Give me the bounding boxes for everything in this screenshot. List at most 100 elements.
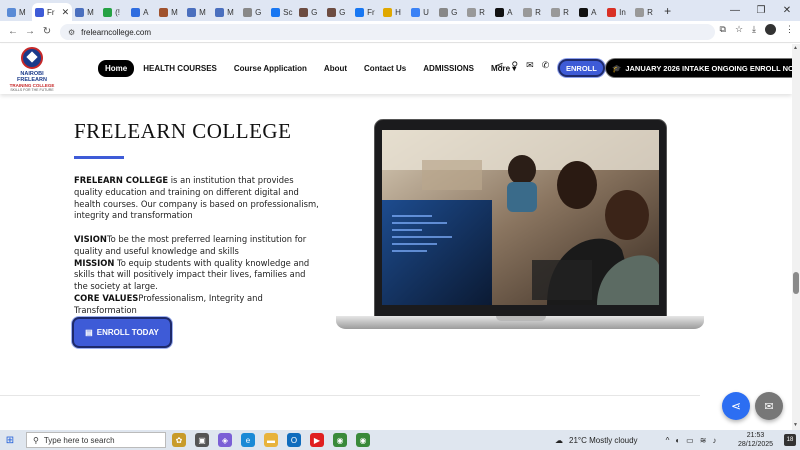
share-icon[interactable]: ⋖ bbox=[496, 60, 504, 71]
browser-tab[interactable]: M bbox=[212, 3, 240, 21]
widget-icon[interactable]: ✿ bbox=[172, 433, 186, 447]
chrome-icon[interactable]: ◉ bbox=[333, 433, 347, 447]
intake-enroll-button[interactable]: 🎓 JANUARY 2026 INTAKE ONGOING ENROLL NOW bbox=[606, 59, 800, 77]
nav-home[interactable]: Home bbox=[98, 60, 135, 77]
bookmark-star-icon[interactable]: ☆ bbox=[735, 24, 743, 35]
intro-bold: FRELEARN COLLEGE bbox=[74, 175, 169, 185]
tab-favicon-icon bbox=[327, 7, 337, 17]
browser-tab[interactable]: U bbox=[408, 3, 436, 21]
nav-about[interactable]: About bbox=[324, 64, 347, 73]
browser-tab[interactable]: (! bbox=[100, 3, 128, 21]
close-tab-icon[interactable]: ✕ bbox=[62, 7, 70, 18]
taskbar-search[interactable]: ⚲ Type here to search bbox=[26, 432, 166, 448]
youtube-icon[interactable]: ▶ bbox=[310, 433, 324, 447]
browser-tab[interactable]: M bbox=[72, 3, 100, 21]
chrome-profile-icon[interactable]: ◉ bbox=[356, 433, 370, 447]
browser-tab[interactable]: A bbox=[128, 3, 156, 21]
browser-tab[interactable]: G bbox=[296, 3, 324, 21]
search-icon[interactable]: ⚲ bbox=[512, 60, 519, 71]
floating-mail-button[interactable]: ✉ bbox=[755, 392, 783, 420]
task-view-icon[interactable]: ▣ bbox=[195, 433, 209, 447]
browser-tab[interactable]: In bbox=[604, 3, 632, 21]
browser-tab[interactable]: Fr ✕ bbox=[32, 3, 73, 21]
scroll-up-arrow-icon[interactable]: ▲ bbox=[793, 45, 798, 51]
browser-tab[interactable]: G bbox=[436, 3, 464, 21]
tab-label: G bbox=[339, 7, 346, 17]
page-title: FRELEARN COLLEGE bbox=[74, 119, 292, 143]
taskbar-clock[interactable]: 21:53 28/12/2025 bbox=[738, 431, 773, 449]
back-icon[interactable]: ← bbox=[6, 26, 20, 37]
enroll-button[interactable]: ENROLL bbox=[558, 59, 605, 77]
forward-icon[interactable]: → bbox=[23, 26, 37, 37]
file-explorer-icon[interactable]: ▬ bbox=[264, 433, 278, 447]
edge-icon[interactable]: e bbox=[241, 433, 255, 447]
scrollbar-thumb[interactable] bbox=[793, 272, 799, 294]
browser-tab[interactable]: H bbox=[380, 3, 408, 21]
volume-icon[interactable]: ♪ bbox=[712, 436, 716, 445]
outlook-icon[interactable]: O bbox=[287, 433, 301, 447]
tab-label: G bbox=[255, 7, 262, 17]
tray-chevron-icon[interactable]: ^ bbox=[666, 436, 670, 445]
nav-admissions[interactable]: ADMISSIONS bbox=[423, 64, 474, 73]
browser-tab[interactable]: Fr bbox=[352, 3, 380, 21]
install-app-icon[interactable]: ⧉ bbox=[720, 24, 726, 35]
page-scrollbar[interactable] bbox=[792, 44, 800, 430]
tab-favicon-icon bbox=[159, 7, 169, 17]
site-info-icon[interactable]: ⚙ bbox=[68, 28, 75, 37]
battery-icon[interactable]: ▭ bbox=[686, 436, 694, 445]
tab-favicon-icon bbox=[383, 7, 393, 17]
browser-tab[interactable]: R bbox=[548, 3, 576, 21]
windows-start-icon[interactable]: ⊞ bbox=[0, 435, 20, 446]
enroll-today-label: ENROLL TODAY bbox=[96, 328, 159, 337]
weather-icon: ☁ bbox=[555, 435, 563, 445]
maximize-icon[interactable]: ❐ bbox=[748, 5, 774, 16]
browser-tab[interactable]: M bbox=[156, 3, 184, 21]
wifi-icon[interactable]: ≋ bbox=[700, 436, 707, 445]
tab-label: M bbox=[227, 7, 234, 17]
tab-label: R bbox=[479, 7, 485, 17]
tab-label: M bbox=[87, 7, 94, 17]
vision-text: To be the most preferred learning instit… bbox=[74, 233, 307, 256]
address-bar[interactable]: ⚙ frelearncollege.com bbox=[60, 24, 715, 40]
browser-tab[interactable]: R bbox=[632, 3, 660, 21]
browser-tab[interactable]: R bbox=[520, 3, 548, 21]
nav-course-application[interactable]: Course Application bbox=[234, 64, 307, 73]
browser-tab-strip: M Fr ✕ M (! A M M M G Sc G G Fr H U G R A R R A In R + — ❐ ✕ bbox=[0, 0, 800, 21]
scroll-down-arrow-icon[interactable]: ▼ bbox=[793, 422, 798, 428]
new-tab-button[interactable]: + bbox=[664, 4, 671, 18]
tab-favicon-icon bbox=[495, 7, 505, 17]
floating-share-button[interactable]: ⋖ bbox=[722, 392, 750, 420]
nav-contact-us[interactable]: Contact Us bbox=[364, 64, 406, 73]
tab-label: R bbox=[535, 7, 541, 17]
mail-icon[interactable]: ✉ bbox=[526, 60, 534, 71]
tab-label: In bbox=[619, 7, 626, 17]
close-window-icon[interactable]: ✕ bbox=[774, 5, 800, 16]
browser-tab[interactable]: M bbox=[184, 3, 212, 21]
browser-tab[interactable]: G bbox=[324, 3, 352, 21]
browser-menu-icon[interactable]: ⋮ bbox=[785, 24, 794, 35]
tab-list: M Fr ✕ M (! A M M M G Sc G G Fr H U G R A R R A In R bbox=[4, 0, 660, 21]
browser-tab[interactable]: A bbox=[492, 3, 520, 21]
browser-tab[interactable]: R bbox=[464, 3, 492, 21]
network-icon[interactable]: ◐ bbox=[675, 436, 680, 445]
browser-tab[interactable]: A bbox=[576, 3, 604, 21]
logo-line-1: NAIROBI FRELEARN bbox=[17, 71, 47, 83]
enroll-today-button[interactable]: ▤ ENROLL TODAY bbox=[74, 319, 170, 346]
notification-badge[interactable]: 18 bbox=[784, 434, 796, 446]
browser-tab[interactable]: M bbox=[4, 3, 32, 21]
college-logo[interactable]: NAIROBI FRELEARN TRAINING COLLEGE SKILLS… bbox=[6, 47, 58, 92]
minimize-icon[interactable]: — bbox=[722, 5, 748, 16]
download-icon[interactable]: ⤓ bbox=[752, 24, 756, 35]
browser-tab[interactable]: Sc bbox=[268, 3, 296, 21]
logo-line-3: SKILLS FOR THE FUTURE bbox=[10, 88, 54, 92]
phone-icon[interactable]: ✆ bbox=[542, 60, 550, 71]
tab-favicon-icon bbox=[551, 7, 561, 17]
profile-avatar[interactable] bbox=[765, 24, 776, 35]
tab-favicon-icon bbox=[215, 7, 225, 17]
nav-health-courses[interactable]: HEALTH COURSES bbox=[143, 64, 217, 73]
mail-icon: ✉ bbox=[764, 400, 774, 413]
copilot-icon[interactable]: ◈ bbox=[218, 433, 232, 447]
weather-text[interactable]: 21°C Mostly cloudy bbox=[569, 436, 638, 445]
reload-icon[interactable]: ↻ bbox=[40, 26, 54, 37]
browser-tab[interactable]: G bbox=[240, 3, 268, 21]
